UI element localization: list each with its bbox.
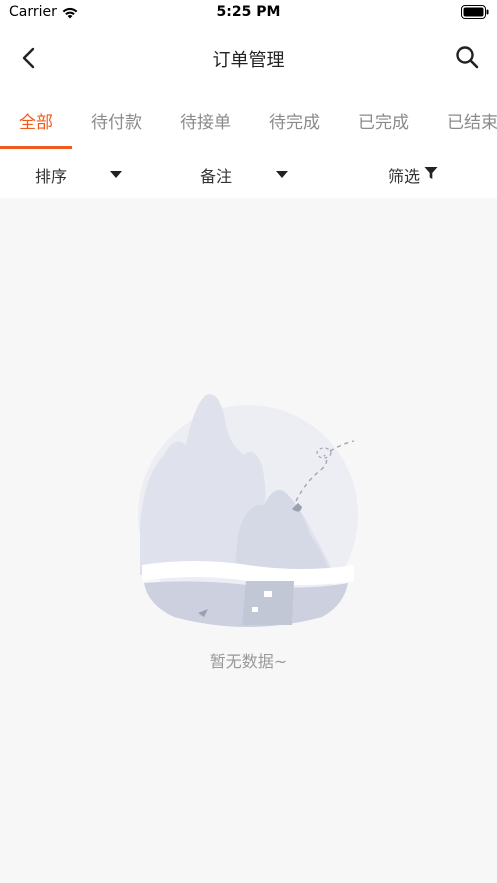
sort-dropdown[interactable]: 排序	[35, 163, 67, 187]
sort-caret-icon[interactable]	[110, 171, 122, 178]
tab-pending-payment[interactable]: 待付款	[91, 108, 142, 133]
nav-bar: 订单管理	[0, 26, 497, 90]
tab-all[interactable]: 全部	[19, 108, 53, 133]
note-caret-icon[interactable]	[276, 171, 288, 178]
empty-state-message: 暂无数据~	[209, 652, 288, 671]
tab-pending-accept[interactable]: 待接单	[180, 108, 231, 133]
order-status-tabs: 全部 待付款 待接单 待完成 已完成 已结束	[0, 90, 497, 150]
funnel-icon[interactable]	[424, 166, 438, 180]
filter-button[interactable]: 筛选	[388, 163, 420, 187]
empty-state-illustration	[138, 394, 358, 627]
active-tab-indicator	[0, 146, 72, 149]
filter-bar: 排序 备注 筛选	[0, 150, 497, 198]
tab-completed[interactable]: 已完成	[358, 108, 409, 133]
battery-icon	[461, 5, 489, 19]
status-time: 5:25 PM	[216, 4, 281, 20]
tab-ended[interactable]: 已结束	[447, 108, 497, 133]
tab-pending-complete[interactable]: 待完成	[269, 108, 320, 133]
status-bar: Carrier 5:25 PM	[0, 0, 497, 26]
note-dropdown[interactable]: 备注	[200, 163, 232, 187]
page-title: 订单管理	[212, 50, 285, 71]
search-icon[interactable]	[453, 43, 481, 71]
